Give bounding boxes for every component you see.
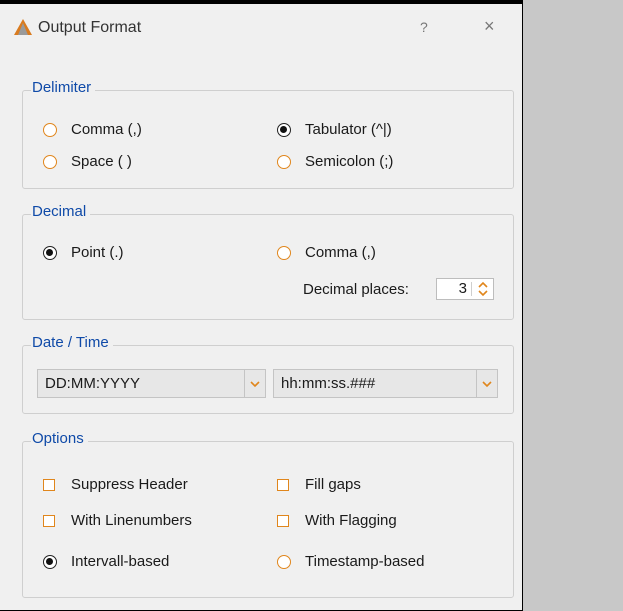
spinner-up-down-icon[interactable]: [472, 279, 493, 299]
chevron-down-icon: [476, 370, 497, 397]
title-bar: Output Format ? ×: [0, 4, 522, 56]
with-linenumbers-checkbox[interactable]: With Linenumbers: [43, 512, 192, 529]
fill-gaps-checkbox[interactable]: Fill gaps: [277, 476, 361, 493]
intervall-based-radio[interactable]: Intervall-based: [43, 553, 169, 570]
checkbox-icon: [43, 514, 55, 527]
time-format-value: hh:mm:ss.###: [281, 375, 376, 392]
option-label: Comma (,): [305, 244, 376, 261]
checkbox-icon: [277, 478, 289, 491]
delimiter-space-radio[interactable]: Space ( ): [43, 153, 132, 170]
radio-icon: [277, 554, 291, 569]
radio-selected-icon: [43, 245, 57, 260]
radio-selected-icon: [277, 122, 291, 137]
output-format-dialog: Output Format ? × Delimiter Comma (,) Ta…: [0, 0, 523, 611]
with-flagging-checkbox[interactable]: With Flagging: [277, 512, 397, 529]
radio-icon: [43, 122, 57, 137]
decimal-comma-radio[interactable]: Comma (,): [277, 244, 376, 261]
option-label: Tabulator (^|): [305, 121, 392, 138]
decimal-group: Decimal Point (.) Comma (,) Decimal plac…: [22, 203, 514, 320]
decimal-point-radio[interactable]: Point (.): [43, 244, 124, 261]
delimiter-semicolon-radio[interactable]: Semicolon (;): [277, 153, 393, 170]
radio-icon: [277, 154, 291, 169]
suppress-header-checkbox[interactable]: Suppress Header: [43, 476, 188, 493]
decimal-places-spinner[interactable]: 3: [436, 278, 494, 300]
option-label: Semicolon (;): [305, 153, 394, 170]
delimiter-comma-radio[interactable]: Comma (,): [43, 121, 142, 138]
chevron-down-icon: [244, 370, 265, 397]
option-label: With Flagging: [305, 512, 397, 529]
dialog-title: Output Format: [38, 19, 142, 36]
date-format-value: DD:MM:YYYY: [45, 375, 141, 392]
options-legend: Options: [31, 430, 88, 447]
option-label: With Linenumbers: [71, 512, 192, 529]
close-button[interactable]: ×: [484, 16, 495, 37]
checkbox-icon: [43, 478, 55, 491]
delimiter-group: Delimiter Comma (,) Tabulator (^|) Space…: [22, 79, 514, 189]
radio-icon: [43, 154, 57, 169]
option-label: Suppress Header: [71, 476, 188, 493]
delimiter-tabulator-radio[interactable]: Tabulator (^|): [277, 121, 392, 138]
checkbox-icon: [277, 514, 289, 527]
option-label: Timestamp-based: [305, 553, 425, 570]
datetime-group: Date / Time DD:MM:YYYY hh:mm:ss.###: [22, 334, 514, 414]
option-label: Space ( ): [71, 153, 132, 170]
app-logo-icon: [14, 19, 32, 39]
time-format-select[interactable]: hh:mm:ss.###: [273, 369, 498, 398]
decimal-places-value: 3: [458, 280, 467, 297]
option-label: Point (.): [71, 244, 124, 261]
timestamp-based-radio[interactable]: Timestamp-based: [277, 553, 425, 570]
option-label: Comma (,): [71, 121, 142, 138]
delimiter-legend: Delimiter: [31, 79, 96, 96]
decimal-legend: Decimal: [31, 203, 91, 220]
help-button[interactable]: ?: [420, 19, 428, 35]
option-label: Fill gaps: [305, 476, 361, 493]
option-label: Intervall-based: [71, 553, 170, 570]
options-group: Options Suppress Header Fill gaps With L…: [22, 430, 514, 598]
radio-selected-icon: [43, 554, 57, 569]
radio-icon: [277, 245, 291, 260]
date-format-select[interactable]: DD:MM:YYYY: [37, 369, 266, 398]
datetime-legend: Date / Time: [31, 334, 113, 351]
decimal-places-label: Decimal places:: [303, 281, 409, 298]
